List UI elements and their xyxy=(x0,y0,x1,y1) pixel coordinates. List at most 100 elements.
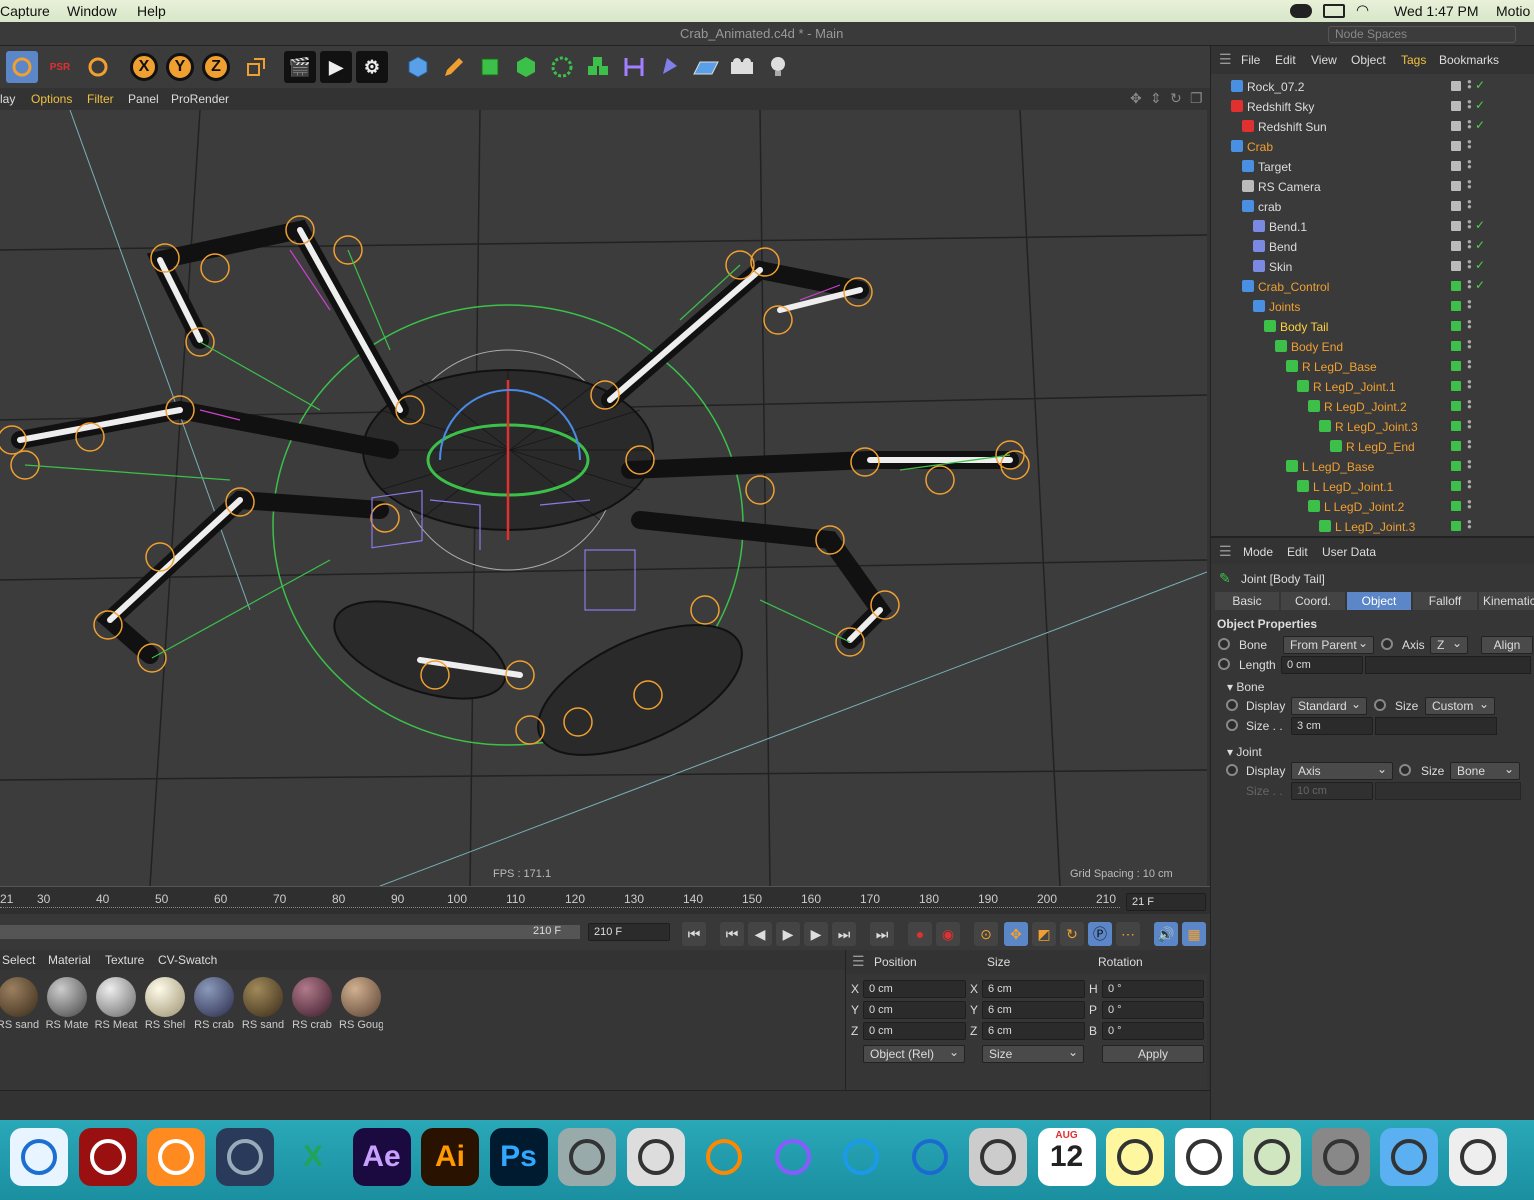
object-row[interactable]: crab ● ● xyxy=(1211,196,1534,216)
object-name[interactable]: RS Camera xyxy=(1258,180,1321,194)
y-axis-lock[interactable]: Y xyxy=(166,53,194,81)
mograph-icon[interactable] xyxy=(582,51,614,83)
object-row[interactable]: Rock_07.2 ● ● ✓ xyxy=(1211,76,1534,96)
go-to-end-button[interactable]: ⏭ xyxy=(870,922,894,946)
timeline-track[interactable] xyxy=(0,907,1120,913)
object-name[interactable]: L LegD_Base xyxy=(1302,460,1374,474)
material-swatch[interactable]: RS Meat xyxy=(94,977,138,1031)
render-visibility-dots[interactable]: ● ● xyxy=(1467,178,1472,191)
layer-visibility-toggle[interactable] xyxy=(1451,441,1461,451)
length-animate-radio[interactable] xyxy=(1218,658,1230,670)
object-name[interactable]: Body End xyxy=(1291,340,1343,354)
layer-visibility-toggle[interactable] xyxy=(1451,421,1461,431)
panel-menu-icon[interactable]: ☰ xyxy=(1219,51,1232,68)
viewport-move-icon[interactable]: ✥ xyxy=(1130,90,1142,107)
extrude-icon[interactable] xyxy=(510,51,542,83)
timeline-ruler[interactable]: 21 30 40 50 60 70 80 90 100 110 120 130 … xyxy=(0,886,1210,914)
joint-display-dropdown[interactable]: Axis xyxy=(1291,761,1393,780)
object-name[interactable]: Skin xyxy=(1269,260,1292,274)
position-y-field[interactable]: 0 cm xyxy=(863,1001,966,1019)
material-swatch[interactable]: RS crab xyxy=(290,977,334,1031)
folder-icon[interactable] xyxy=(1380,1128,1438,1186)
viewport-rotate-icon[interactable]: ↻ xyxy=(1170,90,1182,107)
object-row[interactable]: Skin ● ● ✓ xyxy=(1211,256,1534,276)
joint-display-animate-radio[interactable] xyxy=(1226,764,1238,776)
menubar-app[interactable]: Motio xyxy=(1496,3,1530,19)
render-visibility-dots[interactable]: ● ● xyxy=(1467,418,1472,431)
object-name[interactable]: L LegD_Joint.3 xyxy=(1335,520,1415,534)
reminders-icon[interactable] xyxy=(1174,1128,1233,1186)
render-picture-viewer-icon[interactable]: ▶ xyxy=(320,51,352,83)
object-row[interactable]: R LegD_Joint.2 ● ● xyxy=(1211,396,1534,416)
object-name[interactable]: Redshift Sky xyxy=(1247,100,1314,114)
length-slider[interactable] xyxy=(1365,656,1531,674)
viewport-zoom-icon[interactable]: ⇕ xyxy=(1150,90,1162,107)
menu-window[interactable]: Window xyxy=(67,3,117,19)
object-row[interactable]: L LegD_Base ● ● xyxy=(1211,456,1534,476)
render-visibility-dots[interactable]: ● ● xyxy=(1467,218,1472,231)
object-name[interactable]: R LegD_End xyxy=(1346,440,1415,454)
layer-visibility-toggle[interactable] xyxy=(1451,161,1461,171)
layer-visibility-toggle[interactable] xyxy=(1451,321,1461,331)
object-row[interactable]: L LegD_Joint.3 ● ● xyxy=(1211,516,1534,536)
field-icon[interactable] xyxy=(654,51,686,83)
bone-group-header[interactable]: ▾ Bone xyxy=(1227,680,1264,694)
tab-object[interactable]: Object xyxy=(1347,592,1411,610)
render-visibility-dots[interactable]: ● ● xyxy=(1467,118,1472,131)
material-swatch[interactable]: RS sand xyxy=(0,977,40,1031)
cloner-icon[interactable] xyxy=(546,51,578,83)
menubar-clock[interactable]: Wed 1:47 PM xyxy=(1394,3,1479,19)
rotate-tool[interactable] xyxy=(82,51,114,83)
end-frame-field[interactable]: 210 F xyxy=(588,923,670,941)
object-name[interactable]: Body Tail xyxy=(1280,320,1328,334)
render-visibility-dots[interactable]: ● ● xyxy=(1467,438,1472,451)
render-visibility-dots[interactable]: ● ● xyxy=(1467,398,1472,411)
object-row[interactable]: Bend ● ● ✓ xyxy=(1211,236,1534,256)
enabled-check-icon[interactable]: ✓ xyxy=(1475,238,1485,252)
screenshot-icon[interactable] xyxy=(626,1128,685,1186)
previous-frame-button[interactable]: ◀ xyxy=(748,922,772,946)
layer-visibility-toggle[interactable] xyxy=(1451,301,1461,311)
subdivision-icon[interactable] xyxy=(474,51,506,83)
layer-visibility-toggle[interactable] xyxy=(1451,121,1461,131)
x-axis-lock[interactable]: X xyxy=(130,53,158,81)
object-menu-edit[interactable]: Edit xyxy=(1275,53,1296,67)
render-visibility-dots[interactable]: ● ● xyxy=(1467,458,1472,471)
system-preferences-icon[interactable] xyxy=(1311,1128,1370,1186)
vlc-icon[interactable] xyxy=(695,1128,753,1186)
key-parameter-icon[interactable]: Ⓟ xyxy=(1088,922,1112,946)
object-row[interactable]: Body End ● ● xyxy=(1211,336,1534,356)
bone-size-animate-radio[interactable] xyxy=(1374,699,1386,711)
excel-icon[interactable]: X xyxy=(284,1128,342,1186)
tab-coord[interactable]: Coord. xyxy=(1281,592,1345,610)
object-name[interactable]: Bend.1 xyxy=(1269,220,1307,234)
tab-falloff[interactable]: Falloff xyxy=(1413,592,1477,610)
layer-visibility-toggle[interactable] xyxy=(1451,481,1461,491)
align-button[interactable]: Align xyxy=(1481,636,1533,654)
bone-animate-radio[interactable] xyxy=(1218,638,1230,650)
acrobat-icon[interactable] xyxy=(78,1128,137,1186)
rotation-b-field[interactable]: 0 ° xyxy=(1102,1022,1204,1040)
menu-help[interactable]: Help xyxy=(137,3,166,19)
object-row[interactable]: L LegD_Joint.1 ● ● xyxy=(1211,476,1534,496)
layer-visibility-toggle[interactable] xyxy=(1451,521,1461,531)
viewport-menu-options[interactable]: Options xyxy=(31,92,72,106)
object-menu-object[interactable]: Object xyxy=(1351,53,1386,67)
render-view-icon[interactable]: 🎬 xyxy=(284,51,316,83)
creative-cloud-icon[interactable] xyxy=(1290,4,1312,18)
current-frame-field[interactable]: 21 F xyxy=(1126,893,1206,911)
viewport-menu-filter[interactable]: Filter xyxy=(87,92,114,106)
maps-icon[interactable] xyxy=(1243,1128,1301,1186)
bone-dropdown[interactable]: From Parent xyxy=(1283,635,1374,654)
object-name[interactable]: R LegD_Joint.3 xyxy=(1335,420,1418,434)
layer-visibility-toggle[interactable] xyxy=(1451,221,1461,231)
camera-icon[interactable] xyxy=(726,51,758,83)
object-row[interactable]: Crab ● ● xyxy=(1211,136,1534,156)
object-row[interactable]: Crab_Control ● ● ✓ xyxy=(1211,276,1534,296)
object-row[interactable]: R LegD_End ● ● xyxy=(1211,436,1534,456)
enabled-check-icon[interactable]: ✓ xyxy=(1475,218,1485,232)
bone-size-dropdown[interactable]: Custom xyxy=(1425,696,1495,715)
object-row[interactable]: RS Camera ● ● xyxy=(1211,176,1534,196)
size-mode-dropdown[interactable]: Size xyxy=(982,1044,1084,1063)
material-swatch[interactable]: RS Mate xyxy=(45,977,89,1031)
